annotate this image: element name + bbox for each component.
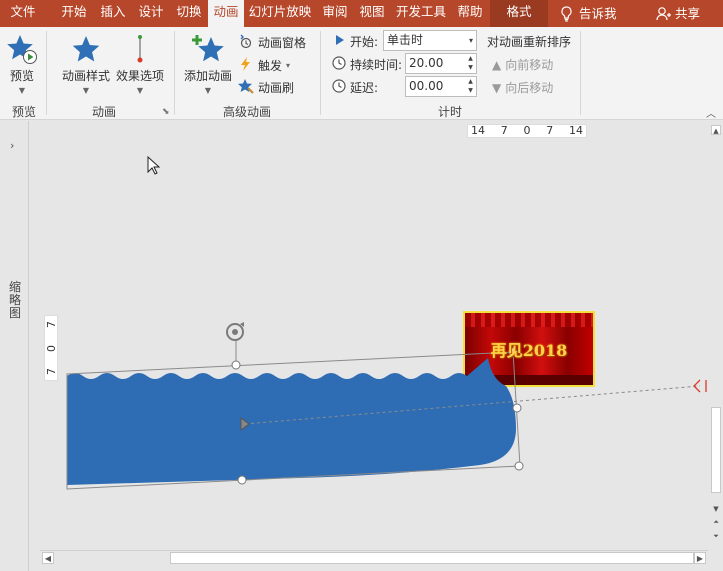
scroll-left-icon[interactable]: ◀	[42, 552, 54, 564]
resize-handle[interactable]	[237, 475, 247, 485]
horizontal-scrollbar[interactable]: ◀ ▶	[40, 550, 708, 564]
scroll-up-icon[interactable]: ▲	[711, 125, 721, 135]
resize-handle[interactable]	[512, 403, 522, 413]
scroll-down-icon[interactable]: ▼	[711, 505, 721, 513]
next-slide-icon[interactable]: ⏷	[711, 531, 721, 541]
resize-handle[interactable]	[514, 461, 524, 471]
vertical-scrollbar[interactable]: ▲ ▼ ⏶ ⏷	[709, 121, 723, 551]
vertical-scroll-thumb[interactable]	[711, 407, 721, 493]
banner-text: 再见2018	[490, 341, 568, 360]
mouse-cursor-icon	[147, 155, 161, 175]
rotate-handle-icon[interactable]	[226, 322, 244, 341]
wave-shape[interactable]	[67, 358, 516, 485]
slide-shapes	[66, 155, 707, 490]
resize-handle[interactable]	[231, 360, 241, 370]
scroll-right-icon[interactable]: ▶	[694, 552, 706, 564]
horizontal-scroll-thumb[interactable]	[170, 552, 694, 564]
previous-slide-icon[interactable]: ⏶	[711, 517, 721, 527]
